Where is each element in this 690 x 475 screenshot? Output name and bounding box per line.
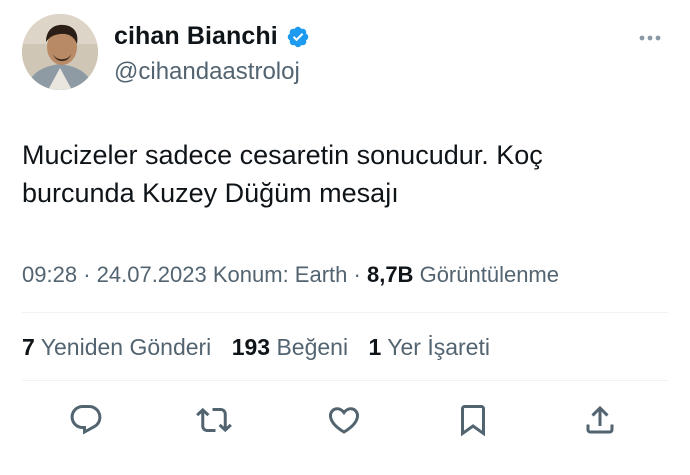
tweet-meta: 09:28 · 24.07.2023 Konum: Earth · 8,7B G… [22,262,559,288]
bookmark-button[interactable] [455,402,491,438]
verified-badge-icon [286,25,310,49]
bookmark-icon [461,405,485,437]
views-count: 8,7B [366,262,414,287]
tweet-text: Mucizeler sadece cesaretin sonucudur. Ko… [22,136,662,212]
engagement-stats: 7 Yeniden Gönderi 193 Beğeni 1 Yer İşare… [22,334,490,361]
views-label: Görüntülenme [419,262,559,287]
tweet-time[interactable]: 09:28 [22,262,77,287]
user-handle[interactable]: @cihandaastroloj [114,58,300,86]
profile-photo-icon [22,14,98,90]
tweet-text-line: burcunda Kuzey Düğüm mesajı [22,178,399,208]
reposts-label: Yeniden Gönderi [40,334,212,360]
likes-label: Beğeni [276,334,349,360]
reposts-count: 7 [22,334,35,360]
share-button[interactable] [582,402,618,438]
bookmarks-count: 1 [368,334,382,360]
reposts-stat[interactable]: 7 Yeniden Gönderi [22,334,211,360]
divider [22,380,668,381]
likes-stat[interactable]: 193 Beğeni [232,334,348,360]
tweet-date[interactable]: 24.07.2023 [97,262,207,287]
like-button[interactable] [326,402,362,438]
reply-button[interactable] [68,402,104,438]
repost-icon [196,407,232,433]
bookmarks-stat[interactable]: 1 Yer İşareti [368,334,489,360]
likes-count: 193 [231,334,271,360]
more-options-icon[interactable] [634,26,666,50]
bookmarks-label: Yer İşareti [387,334,490,360]
divider [22,312,668,313]
share-icon [586,405,614,434]
meta-separator: · [83,262,91,287]
tweet-location: Konum: Earth [212,262,348,287]
heart-icon [328,407,360,434]
display-name[interactable]: cihan Bianchi [114,22,278,51]
reply-icon [70,405,102,435]
meta-separator: · [353,262,361,287]
avatar[interactable] [22,14,98,90]
repost-button[interactable] [196,402,232,438]
tweet-text-line: Mucizeler sadece cesaretin sonucudur. Ko… [22,140,543,170]
tweet-detail: cihan Bianchi @cihandaastroloj Mucizeler… [0,0,690,475]
